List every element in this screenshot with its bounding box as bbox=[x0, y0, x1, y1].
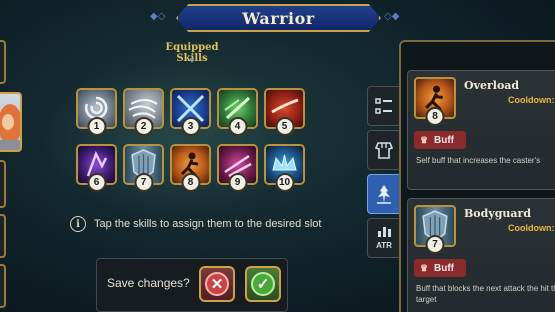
slot-number: 4 bbox=[228, 117, 247, 136]
buff-badge: ♛ Buff bbox=[414, 131, 466, 149]
confirm-button[interactable]: ✓ bbox=[245, 266, 281, 302]
left-panel-edge-top[interactable] bbox=[0, 40, 6, 84]
cancel-button[interactable]: ✕ bbox=[199, 266, 235, 302]
buff-label: Buff bbox=[434, 262, 454, 274]
skill-slot-8[interactable]: 8 bbox=[170, 144, 211, 192]
slot-number: 2 bbox=[134, 117, 153, 136]
skill-slot-10[interactable]: 10 bbox=[264, 144, 305, 192]
tab-attributes-label: ATR bbox=[376, 240, 392, 250]
skill-slot-3[interactable]: 3 bbox=[170, 88, 211, 136]
title-banner: Warrior bbox=[176, 4, 381, 32]
slot-number: 5 bbox=[275, 117, 294, 136]
tab-attributes[interactable]: ATR bbox=[367, 218, 401, 258]
skill-description: Buff that blocks the next attack the hit… bbox=[416, 284, 555, 304]
skill-cooldown: Cooldown: bbox=[508, 223, 555, 233]
buff-icon: ♛ bbox=[420, 134, 429, 145]
assign-hint: i Tap the skills to assign them to the d… bbox=[70, 216, 321, 232]
overload-icon: 8 bbox=[414, 77, 456, 126]
tab-skills[interactable] bbox=[367, 174, 401, 214]
hero-avatar[interactable] bbox=[0, 92, 22, 152]
hint-text: Tap the skills to assign them to the des… bbox=[94, 218, 322, 230]
check-icon: ✓ bbox=[251, 272, 275, 296]
title-ornament-right: ◇◆ bbox=[384, 11, 400, 22]
skill-card-overload[interactable]: 8 Overload Cooldown: 4 ♛ Buff Self buff … bbox=[407, 70, 555, 190]
skill-slot-7[interactable]: 7 bbox=[123, 144, 164, 192]
save-question: Save changes? bbox=[107, 276, 190, 290]
skill-detail-panel: 8 Overload Cooldown: 4 ♛ Buff Self buff … bbox=[399, 40, 555, 312]
skill-name: Overload bbox=[464, 79, 520, 92]
skill-flame-icon bbox=[377, 185, 391, 204]
skill-slot-2[interactable]: 2 bbox=[123, 88, 164, 136]
skill-slot-5[interactable]: 5 bbox=[264, 88, 305, 136]
skill-slot-4[interactable]: 4 bbox=[217, 88, 258, 136]
skill-description: Self buff that increases the caster's bbox=[416, 156, 541, 165]
armor-icon bbox=[374, 142, 394, 159]
skill-cooldown: Cooldown: 4 bbox=[508, 95, 555, 105]
buff-icon: ♛ bbox=[420, 262, 429, 273]
slot-number: 6 bbox=[87, 173, 106, 192]
shield-icon: 7 bbox=[414, 205, 456, 254]
slot-number: 10 bbox=[275, 173, 294, 192]
background-glow bbox=[40, 60, 300, 220]
page-title: Warrior bbox=[242, 8, 315, 28]
skill-name: Bodyguard bbox=[464, 207, 532, 220]
skill-slot-6[interactable]: 6 bbox=[76, 144, 117, 192]
left-panel-edge-mid[interactable] bbox=[0, 160, 6, 208]
chevron-down-icon: ▼ bbox=[188, 56, 196, 65]
slot-number: 9 bbox=[228, 173, 247, 192]
info-icon: i bbox=[70, 216, 86, 232]
bar-chart-icon bbox=[378, 227, 391, 237]
slot-number: 7 bbox=[425, 235, 445, 254]
slot-number: 3 bbox=[181, 117, 200, 136]
list-icon bbox=[375, 98, 392, 114]
left-panel-edge-bottom[interactable] bbox=[0, 264, 6, 308]
skill-slot-1[interactable]: 1 bbox=[76, 88, 117, 136]
slot-number: 8 bbox=[181, 173, 200, 192]
left-panel-edge-low[interactable] bbox=[0, 214, 6, 258]
slot-number: 7 bbox=[134, 173, 153, 192]
skill-card-bodyguard[interactable]: 7 Bodyguard Cooldown: ♛ Buff Buff that b… bbox=[407, 198, 555, 312]
tab-equipment[interactable] bbox=[367, 130, 401, 170]
tab-skill-list[interactable] bbox=[367, 86, 401, 126]
slot-number: 8 bbox=[425, 107, 445, 126]
title-ornament-left: ◆◇ bbox=[150, 11, 166, 22]
buff-badge: ♛ Buff bbox=[414, 259, 466, 277]
buff-label: Buff bbox=[434, 134, 454, 146]
save-changes-panel: Save changes? ✕ ✓ bbox=[96, 258, 288, 312]
slot-number: 1 bbox=[87, 117, 106, 136]
skill-slot-9[interactable]: 9 bbox=[217, 144, 258, 192]
close-icon: ✕ bbox=[205, 272, 229, 296]
